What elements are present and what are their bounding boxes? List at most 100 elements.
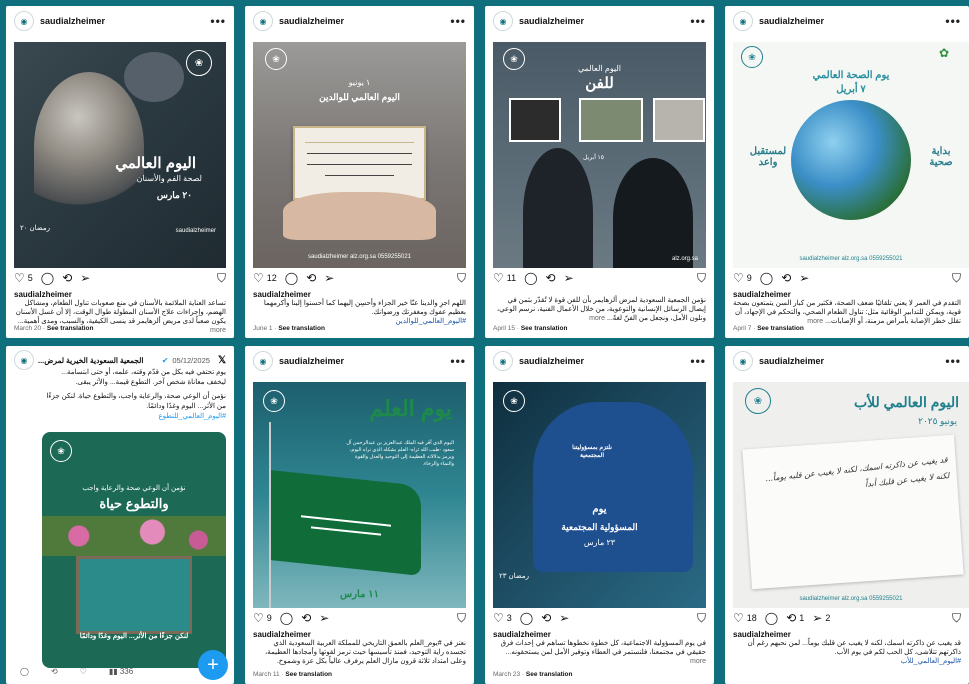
heart-icon[interactable]: ♡ [733,612,744,624]
share-icon[interactable]: ➢ [799,272,809,284]
see-translation-link[interactable]: See translation [278,325,325,332]
heart-icon[interactable]: ♡ [253,272,264,284]
share-icon[interactable]: ➢ [324,272,334,284]
username[interactable]: saudialzheimer [519,356,690,366]
more-link[interactable]: more [210,327,226,334]
image-title: يوم الصحة العالمي [812,70,890,81]
heart-icon[interactable]: ♡ [80,667,87,676]
repost-icon[interactable]: ⟲ [301,612,311,624]
username[interactable]: saudialzheimer [40,16,210,26]
bookmark-icon[interactable]: ⛉ [697,272,706,284]
bookmark-icon[interactable]: ⛉ [457,612,466,624]
post-image[interactable]: ❀ اليوم العالمي للأب يونيو ٢٠٢٥ قد يغيب … [733,382,969,608]
bookmark-icon[interactable]: ⛉ [952,612,961,624]
more-options-icon[interactable]: ••• [450,14,466,28]
comment-icon[interactable]: ◯ [285,272,298,284]
caption-username[interactable]: saudialzheimer [733,630,961,639]
see-translation-link[interactable]: See translation [521,325,568,332]
post-image[interactable]: ❀ يوم العلم اليوم الذي أقر فيه الملك عبد… [253,382,466,608]
comment-icon[interactable]: ◯ [41,272,54,284]
avatar[interactable]: ◉ [253,351,273,371]
share-icon[interactable]: ➢ [564,272,574,284]
see-translation-link[interactable]: See translation [757,325,804,332]
caption-username[interactable]: saudialzheimer [493,630,706,639]
share-icon[interactable]: ➢ [559,612,569,624]
bookmark-icon[interactable]: ⛉ [697,612,706,624]
share-icon[interactable]: ➢ [812,612,822,624]
image-date: ٧ أبريل [836,84,866,95]
post-image[interactable]: ❀ ✿ يوم الصحة العالمي ٧ أبريل لمستقبل وا… [733,42,969,268]
post-card-parents-day: ◉ saudialzheimer ••• ❀ ١ يونيو اليوم الع… [245,6,474,338]
comment-icon[interactable]: ◯ [524,272,537,284]
avatar[interactable]: ◉ [493,351,513,371]
post-card-oral-health: ◉ saudialzheimer ••• ❀ اليوم العالمي لصح… [6,6,234,338]
tweet-hashtag[interactable]: #اليوم_العالمي_للتطوع [42,412,226,422]
comment-icon[interactable]: ◯ [280,612,293,624]
repost-icon[interactable]: ⟲ [306,272,316,284]
caption-text: نعتز في #يوم_العلم بالعمق التاريخي للممل… [265,640,466,665]
more-options-icon[interactable]: ••• [450,354,466,368]
x-logo-icon[interactable]: 𝕏 [218,355,226,366]
more-link[interactable]: more [807,318,823,325]
repost-icon[interactable]: ⟲ [62,272,72,284]
logo-icon: ❀ [745,388,771,414]
comment-icon[interactable]: ◯ [20,667,29,676]
avatar[interactable]: ◉ [14,350,34,370]
heart-icon[interactable]: ♡ [493,272,504,284]
comment-icon[interactable]: ◯ [760,272,773,284]
bookmark-icon[interactable]: ⛉ [457,272,466,284]
tweet-image[interactable]: ❀ نؤمن أن الوعي صحة والرعاية واجب والتطو… [42,432,226,668]
post-image[interactable]: ❀ ١ يونيو اليوم العالمي للوالدين saudial… [253,42,466,268]
see-translation-link[interactable]: See translation [526,671,573,678]
avatar[interactable]: ◉ [493,11,513,31]
more-options-icon[interactable]: ••• [690,14,706,28]
heart-icon[interactable]: ♡ [253,612,264,624]
more-link[interactable]: more [589,315,605,322]
username[interactable]: saudialzheimer [759,16,945,26]
post-header: ◉ saudialzheimer ••• [6,6,234,36]
more-link[interactable]: more [690,658,706,665]
image-subtitle: والتطوع حياة [99,496,169,511]
action-bar: ♡ 3 ◯ ⟲ ➢ ⛉ [493,610,706,626]
post-image[interactable]: ❀ نلتزم بمسؤوليتنا المجتمعية يوم المسؤول… [493,382,706,608]
post-image[interactable]: ❀ اليوم العالمي للفن ١٥ أبريل alz.org.sa [493,42,706,268]
repost-icon[interactable]: ⟲ [541,612,551,624]
caption-username[interactable]: saudialzheimer [14,290,226,299]
post-meta: March 11 · See translation [253,671,333,678]
avatar[interactable]: ◉ [733,11,753,31]
bookmark-icon[interactable]: ⛉ [217,272,226,284]
see-translation-link[interactable]: See translation [47,325,94,332]
more-options-icon[interactable]: ••• [945,354,961,368]
repost-icon[interactable]: ⟲ [51,667,58,676]
account-name[interactable]: الجمعية السعودية الخيرية لمرض... [38,356,158,365]
heart-icon[interactable]: ♡ [733,272,744,284]
caption-username[interactable]: saudialzheimer [733,290,961,299]
compose-button[interactable]: + [198,650,228,680]
avatar[interactable]: ◉ [733,351,753,371]
username[interactable]: saudialzheimer [519,16,690,26]
views-icon[interactable]: ▮▮ 336 [109,667,133,676]
post-image[interactable]: ❀ اليوم العالمي لصحة الفم والأسنان ٢٠ ما… [14,42,226,268]
caption-username[interactable]: saudialzheimer [253,290,466,299]
heart-icon[interactable]: ♡ [14,272,25,284]
repost-icon[interactable]: ⟲ [781,272,791,284]
bookmark-icon[interactable]: ⛉ [952,272,961,284]
repost-icon[interactable]: ⟲ [786,612,796,624]
repost-icon[interactable]: ⟲ [546,272,556,284]
comment-icon[interactable]: ◯ [520,612,533,624]
caption-username[interactable]: saudialzheimer [253,630,466,639]
username[interactable]: saudialzheimer [279,356,450,366]
share-icon[interactable]: ➢ [319,612,329,624]
hashtag-link[interactable]: #اليوم_العالمي_للأب [733,657,961,666]
more-options-icon[interactable]: ••• [210,14,226,28]
share-icon[interactable]: ➢ [80,272,90,284]
avatar[interactable]: ◉ [253,11,273,31]
username[interactable]: saudialzheimer [759,356,945,366]
comment-icon[interactable]: ◯ [765,612,778,624]
see-translation-link[interactable]: See translation [285,671,332,678]
heart-icon[interactable]: ♡ [493,612,504,624]
more-options-icon[interactable]: ••• [690,354,706,368]
username[interactable]: saudialzheimer [279,16,450,26]
more-options-icon[interactable]: ••• [945,14,961,28]
avatar[interactable]: ◉ [14,11,34,31]
